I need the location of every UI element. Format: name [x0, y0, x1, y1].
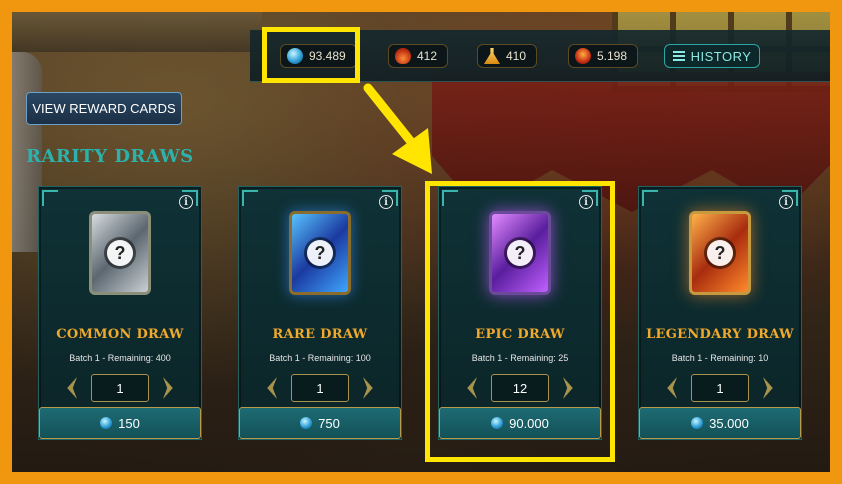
draw-title: COMMON DRAW — [56, 327, 184, 342]
chevron-left-icon[interactable] — [667, 377, 677, 399]
list-icon — [672, 51, 685, 61]
draw-title: RARE DRAW — [272, 327, 368, 342]
legendary-card-art: ? — [689, 211, 751, 295]
question-mark-icon: ? — [107, 240, 133, 266]
sps-balance-value: 5.198 — [597, 49, 628, 63]
sps-balance[interactable]: 5.198 — [568, 44, 639, 68]
dec-highlight-box — [262, 27, 360, 83]
epic-draw-highlight-box — [425, 181, 615, 462]
potion-balance-value: 412 — [417, 49, 438, 63]
common-card-art: ? — [89, 211, 151, 295]
rare-draw-card: i ? RARE DRAW Batch 1 - Remaining: 100 1… — [238, 186, 402, 440]
question-mark-icon: ? — [707, 240, 733, 266]
background-arch — [12, 12, 262, 52]
price-label: 35.000 — [709, 415, 749, 431]
chevron-right-icon[interactable] — [363, 377, 373, 399]
chevron-left-icon[interactable] — [67, 377, 77, 399]
quantity-input[interactable]: 1 — [91, 374, 149, 402]
info-icon[interactable]: i — [179, 195, 193, 209]
buy-legendary-draw-button[interactable]: 35.000 — [639, 407, 801, 439]
chevron-left-icon[interactable] — [267, 377, 277, 399]
rare-card-art: ? — [289, 211, 351, 295]
price-label: 150 — [118, 415, 140, 431]
question-mark-icon: ? — [307, 240, 333, 266]
dec-crystal-icon — [300, 417, 313, 429]
info-icon[interactable]: i — [379, 195, 393, 209]
history-button[interactable]: HISTORY — [664, 44, 760, 68]
buy-rare-draw-button[interactable]: 750 — [239, 407, 401, 439]
draw-title: LEGENDARY DRAW — [646, 327, 794, 342]
legendary-draw-card: i ? LEGENDARY DRAW Batch 1 - Remaining: … — [638, 186, 802, 440]
quantity-input[interactable]: 1 — [691, 374, 749, 402]
chevron-right-icon[interactable] — [163, 377, 173, 399]
quantity-input[interactable]: 1 — [291, 374, 349, 402]
batch-remaining: Batch 1 - Remaining: 100 — [269, 353, 371, 363]
potion-balance[interactable]: 412 — [388, 44, 449, 68]
view-reward-cards-label: VIEW REWARD CARDS — [32, 101, 176, 116]
batch-remaining: Batch 1 - Remaining: 10 — [671, 353, 769, 363]
batch-remaining: Batch 1 - Remaining: 400 — [69, 353, 171, 363]
dec-crystal-icon — [100, 417, 113, 429]
potion-icon — [395, 48, 411, 64]
buy-common-draw-button[interactable]: 150 — [39, 407, 201, 439]
price-label: 750 — [318, 415, 340, 431]
dec-crystal-icon — [691, 417, 704, 429]
view-reward-cards-button[interactable]: VIEW REWARD CARDS — [26, 92, 182, 125]
sps-token-icon — [575, 48, 591, 64]
section-title: RARITY DRAWS — [26, 146, 194, 167]
annotation-arrow — [363, 83, 432, 174]
quantity-stepper: 1 — [639, 374, 801, 402]
quantity-stepper: 1 — [39, 374, 201, 402]
info-icon[interactable]: i — [779, 195, 793, 209]
legendary-potion-balance[interactable]: 410 — [477, 44, 538, 68]
quantity-stepper: 1 — [239, 374, 401, 402]
history-button-label: HISTORY — [690, 48, 752, 64]
common-draw-card: i ? COMMON DRAW Batch 1 - Remaining: 400… — [38, 186, 202, 440]
legendary-potion-icon — [484, 48, 500, 64]
legendary-potion-balance-value: 410 — [506, 49, 527, 63]
chevron-right-icon[interactable] — [763, 377, 773, 399]
